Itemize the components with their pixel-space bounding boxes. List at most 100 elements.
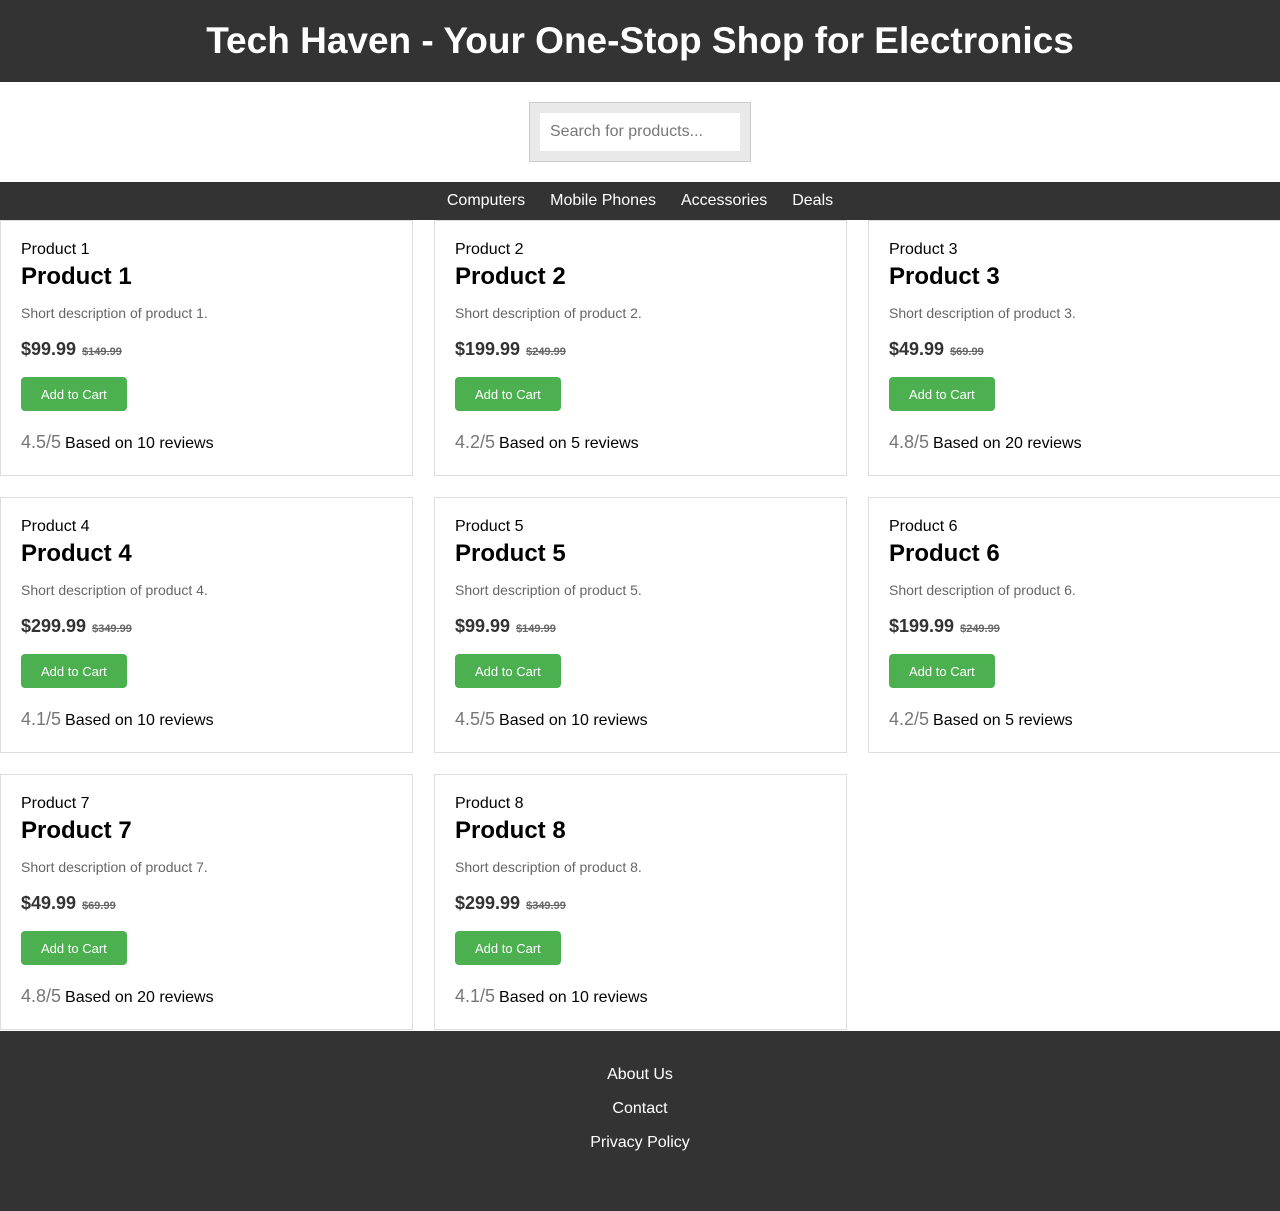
product-rating: 4.5/5 — [21, 432, 62, 452]
product-description: Short description of product 1. — [21, 305, 208, 321]
product-name: Product 6 — [889, 540, 1000, 567]
rating-row: 4.2/5 Based on 5 reviews — [455, 432, 826, 453]
product-description: Short description of product 2. — [455, 305, 642, 321]
nav-item-mobile-phones[interactable]: Mobile Phones — [550, 192, 656, 210]
product-rating: 4.2/5 — [889, 709, 930, 729]
add-to-cart-button[interactable]: Add to Cart — [455, 377, 561, 411]
product-name: Product 1 — [21, 263, 132, 290]
product-rating: 4.5/5 — [455, 709, 496, 729]
product-card: Product 7 Product 7 Short description of… — [0, 774, 413, 1030]
footer-link-about-us[interactable]: About Us — [607, 1066, 673, 1084]
price-row: $299.99 $349.99 — [455, 893, 826, 914]
nav-item-computers[interactable]: Computers — [447, 192, 525, 210]
add-to-cart-button[interactable]: Add to Cart — [455, 654, 561, 688]
price-row: $49.99 $69.99 — [889, 339, 1260, 360]
product-description: Short description of product 5. — [455, 582, 642, 598]
product-reviews: Based on 10 reviews — [499, 989, 648, 1006]
product-description: Short description of product 6. — [889, 582, 1076, 598]
product-image-alt: Product 7 — [21, 795, 90, 812]
product-rating: 4.2/5 — [455, 432, 496, 452]
product-reviews: Based on 20 reviews — [933, 435, 1082, 452]
product-description: Short description of product 4. — [21, 582, 208, 598]
rating-row: 4.8/5 Based on 20 reviews — [889, 432, 1260, 453]
category-nav: Computers Mobile Phones Accessories Deal… — [0, 182, 1280, 220]
add-to-cart-button[interactable]: Add to Cart — [21, 931, 127, 965]
nav-item-accessories[interactable]: Accessories — [681, 192, 767, 210]
product-old-price: $149.99 — [516, 623, 556, 635]
product-card: Product 1 Product 1 Short description of… — [0, 220, 413, 476]
product-price: $49.99 — [889, 339, 945, 359]
product-rating: 4.1/5 — [455, 986, 496, 1006]
product-price: $199.99 — [455, 339, 521, 359]
product-price: $199.99 — [889, 616, 955, 636]
product-reviews: Based on 5 reviews — [499, 435, 639, 452]
product-name: Product 7 — [21, 817, 132, 844]
site-footer: About Us Contact Privacy Policy — [0, 1031, 1280, 1211]
product-price: $49.99 — [21, 893, 77, 913]
footer-link-contact[interactable]: Contact — [612, 1100, 667, 1118]
site-title: Tech Haven - Your One-Stop Shop for Elec… — [206, 20, 1074, 61]
add-to-cart-button[interactable]: Add to Cart — [889, 654, 995, 688]
rating-row: 4.1/5 Based on 10 reviews — [455, 986, 826, 1007]
product-card: Product 6 Product 6 Short description of… — [868, 497, 1280, 753]
product-image: Product 6 — [889, 518, 1260, 536]
product-image-alt: Product 3 — [889, 241, 958, 258]
rating-row: 4.5/5 Based on 10 reviews — [21, 432, 392, 453]
price-row: $199.99 $249.99 — [889, 616, 1260, 637]
search-input[interactable] — [540, 113, 740, 151]
rating-row: 4.5/5 Based on 10 reviews — [455, 709, 826, 730]
price-row: $99.99 $149.99 — [21, 339, 392, 360]
product-old-price: $69.99 — [950, 346, 984, 358]
product-description: Short description of product 7. — [21, 859, 208, 875]
add-to-cart-button[interactable]: Add to Cart — [889, 377, 995, 411]
product-card: Product 5 Product 5 Short description of… — [434, 497, 847, 753]
product-price: $99.99 — [455, 616, 511, 636]
product-image-alt: Product 4 — [21, 518, 90, 535]
product-reviews: Based on 20 reviews — [65, 989, 214, 1006]
rating-row: 4.1/5 Based on 10 reviews — [21, 709, 392, 730]
product-image-alt: Product 8 — [455, 795, 524, 812]
price-row: $99.99 $149.99 — [455, 616, 826, 637]
rating-row: 4.8/5 Based on 20 reviews — [21, 986, 392, 1007]
product-card: Product 3 Product 3 Short description of… — [868, 220, 1280, 476]
product-old-price: $249.99 — [960, 623, 1000, 635]
product-rating: 4.8/5 — [889, 432, 930, 452]
price-row: $49.99 $69.99 — [21, 893, 392, 914]
product-image-alt: Product 6 — [889, 518, 958, 535]
product-reviews: Based on 10 reviews — [499, 712, 648, 729]
product-image: Product 4 — [21, 518, 392, 536]
product-old-price: $349.99 — [526, 900, 566, 912]
price-row: $199.99 $249.99 — [455, 339, 826, 360]
product-old-price: $149.99 — [82, 346, 122, 358]
add-to-cart-button[interactable]: Add to Cart — [455, 931, 561, 965]
product-image: Product 7 — [21, 795, 392, 813]
product-description: Short description of product 8. — [455, 859, 642, 875]
search-box — [529, 102, 751, 162]
product-image: Product 8 — [455, 795, 826, 813]
product-name: Product 8 — [455, 817, 566, 844]
product-price: $299.99 — [455, 893, 521, 913]
add-to-cart-button[interactable]: Add to Cart — [21, 377, 127, 411]
search-area — [0, 82, 1280, 182]
product-name: Product 3 — [889, 263, 1000, 290]
product-name: Product 5 — [455, 540, 566, 567]
product-grid: Product 1 Product 1 Short description of… — [0, 220, 1280, 1030]
rating-row: 4.2/5 Based on 5 reviews — [889, 709, 1260, 730]
product-price: $99.99 — [21, 339, 77, 359]
nav-item-deals[interactable]: Deals — [792, 192, 833, 210]
product-image: Product 1 — [21, 241, 392, 259]
product-image: Product 2 — [455, 241, 826, 259]
product-reviews: Based on 10 reviews — [65, 435, 214, 452]
product-image-alt: Product 1 — [21, 241, 90, 258]
product-card: Product 2 Product 2 Short description of… — [434, 220, 847, 476]
product-old-price: $69.99 — [82, 900, 116, 912]
footer-link-privacy-policy[interactable]: Privacy Policy — [590, 1134, 690, 1152]
product-image-alt: Product 2 — [455, 241, 524, 258]
product-description: Short description of product 3. — [889, 305, 1076, 321]
price-row: $299.99 $349.99 — [21, 616, 392, 637]
product-old-price: $249.99 — [526, 346, 566, 358]
product-card: Product 4 Product 4 Short description of… — [0, 497, 413, 753]
add-to-cart-button[interactable]: Add to Cart — [21, 654, 127, 688]
product-price: $299.99 — [21, 616, 87, 636]
product-reviews: Based on 5 reviews — [933, 712, 1073, 729]
